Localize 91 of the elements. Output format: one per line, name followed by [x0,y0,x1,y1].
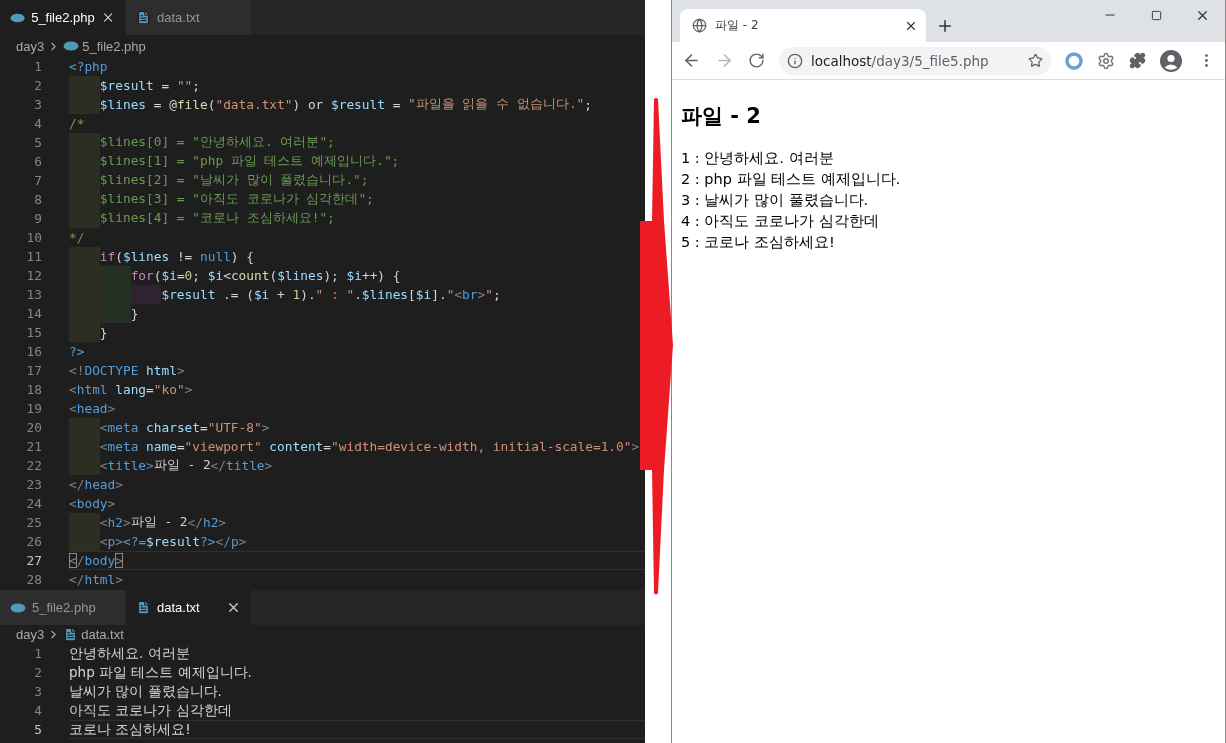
avatar-icon[interactable] [1160,49,1182,72]
line-number: 10 [25,230,42,245]
reload-icon[interactable] [748,52,765,69]
code-line: /* [69,115,86,133]
line-number: 7 [33,173,42,188]
code-line: </head> [69,476,124,494]
line-number: 16 [25,344,42,359]
browser-tab[interactable]: 파일 - 2 [680,9,926,42]
code-line: 안녕하세요. 여러분 [69,644,191,663]
code-line: */ [69,229,86,247]
document-icon [136,10,151,25]
breadcrumb-folder[interactable]: day3 [16,627,45,642]
puzzle-icon[interactable] [1129,52,1146,69]
code-line: $lines = @file("data.txt") or $result = "파일을 읽을 수 없습니다."; [69,95,645,114]
line-number: 12 [25,268,42,283]
breadcrumb-folder[interactable]: day3 [16,38,45,54]
line-number: 19 [25,401,42,416]
editor-tab[interactable]: data.txt [126,0,252,35]
page-text-line: 3 : 날씨가 많이 풀렸습니다. [681,191,870,210]
code-line: 날씨가 많이 풀렸습니다. [69,682,223,701]
code-line: $lines[1] = "php 파일 테스트 예제입니다."; [69,152,645,171]
back-icon[interactable] [682,51,701,70]
line-number: 14 [25,306,42,321]
line-number: 20 [25,420,42,435]
code-line: <html lang="ko"> [69,381,194,399]
line-number: 1 [33,646,42,661]
line-number: 27 [25,553,42,568]
line-number: 3 [33,684,42,699]
code-line: $lines[4] = "코로나 조심하세요!"; [69,209,645,228]
code-line: <!DOCTYPE html> [69,362,186,380]
code-line: ?> [69,343,86,361]
line-number: 25 [25,515,42,530]
code-line: <?php [69,58,109,76]
line-number: 24 [25,496,42,511]
code-line: $lines[2] = "날씨가 많이 풀렸습니다."; [69,171,645,190]
oval-icon [63,41,80,51]
breadcrumb-file[interactable]: data.txt [81,627,124,642]
page-text-line: 2 : php 파일 테스트 예제입니다. [681,170,902,189]
code-line: </html> [69,571,124,589]
gear-icon[interactable] [1097,51,1115,70]
star-icon[interactable] [1028,53,1043,68]
code-line: php 파일 테스트 예제입니다. [69,663,253,682]
line-number: 22 [25,458,42,473]
line-number: 6 [33,154,42,169]
code-line: $lines[3] = "아직도 코로나가 심각한데"; [69,190,645,209]
line-number: 26 [25,534,42,549]
line-number: 21 [25,439,42,454]
line-number: 8 [33,192,42,207]
page-text-line: 4 : 아직도 코로나가 심각한데 [681,212,880,231]
line-number: 2 [33,665,42,680]
address-bar[interactable]: localhost/day3/5_file5.php [779,46,1051,75]
breadcrumb-file[interactable]: 5_file2.php [82,38,146,54]
info-icon[interactable] [787,52,803,69]
page-heading: 파일 - 2 [681,103,762,130]
editor-tab[interactable]: data.txt [126,590,252,625]
editor-tab[interactable]: 5_file2.php [0,0,126,35]
editor-tab[interactable]: 5_file2.php [0,590,126,625]
code-line: <p><?=$result?></p> [69,532,645,551]
line-number: 3 [33,97,42,112]
url-text: localhost/day3/5_file5.php [811,52,990,69]
line-number: 4 [33,116,42,131]
line-number: 13 [25,287,42,302]
document-icon [63,627,79,642]
line-number: 4 [33,703,42,718]
maximize-icon[interactable] [1150,9,1162,21]
line-number: 15 [25,325,42,340]
code-line: <h2>파일 - 2</h2> [69,513,645,532]
line-number: 5 [33,135,42,150]
line-number: 1 [33,59,42,74]
line-number: 17 [25,363,42,378]
line-number: 23 [25,477,42,492]
line-number: 2 [33,78,42,93]
line-number: 9 [33,211,42,226]
code-line: $lines[0] = "안녕하세요. 여러분"; [69,133,645,152]
code-line: 코로나 조심하세요! [69,720,645,739]
code-line: <head> [69,400,117,418]
line-number: 18 [25,382,42,397]
oval-icon [10,602,26,613]
document-icon [136,600,151,615]
line-number: 11 [25,249,42,264]
line-number: 28 [25,572,42,587]
page-text-line: 5 : 코로나 조심하세요! [681,233,836,252]
close-icon[interactable] [226,600,241,615]
ring-icon[interactable] [1065,51,1083,70]
code-line: $result = ""; [69,76,645,95]
code-line: <body> [69,495,117,513]
page-text-line: 1 : 안녕하세요. 여러분 [681,149,835,168]
code-line: 아직도 코로나가 심각한데 [69,701,233,720]
globe-icon [692,18,707,33]
oval-icon [10,12,26,23]
line-number: 5 [33,722,42,737]
